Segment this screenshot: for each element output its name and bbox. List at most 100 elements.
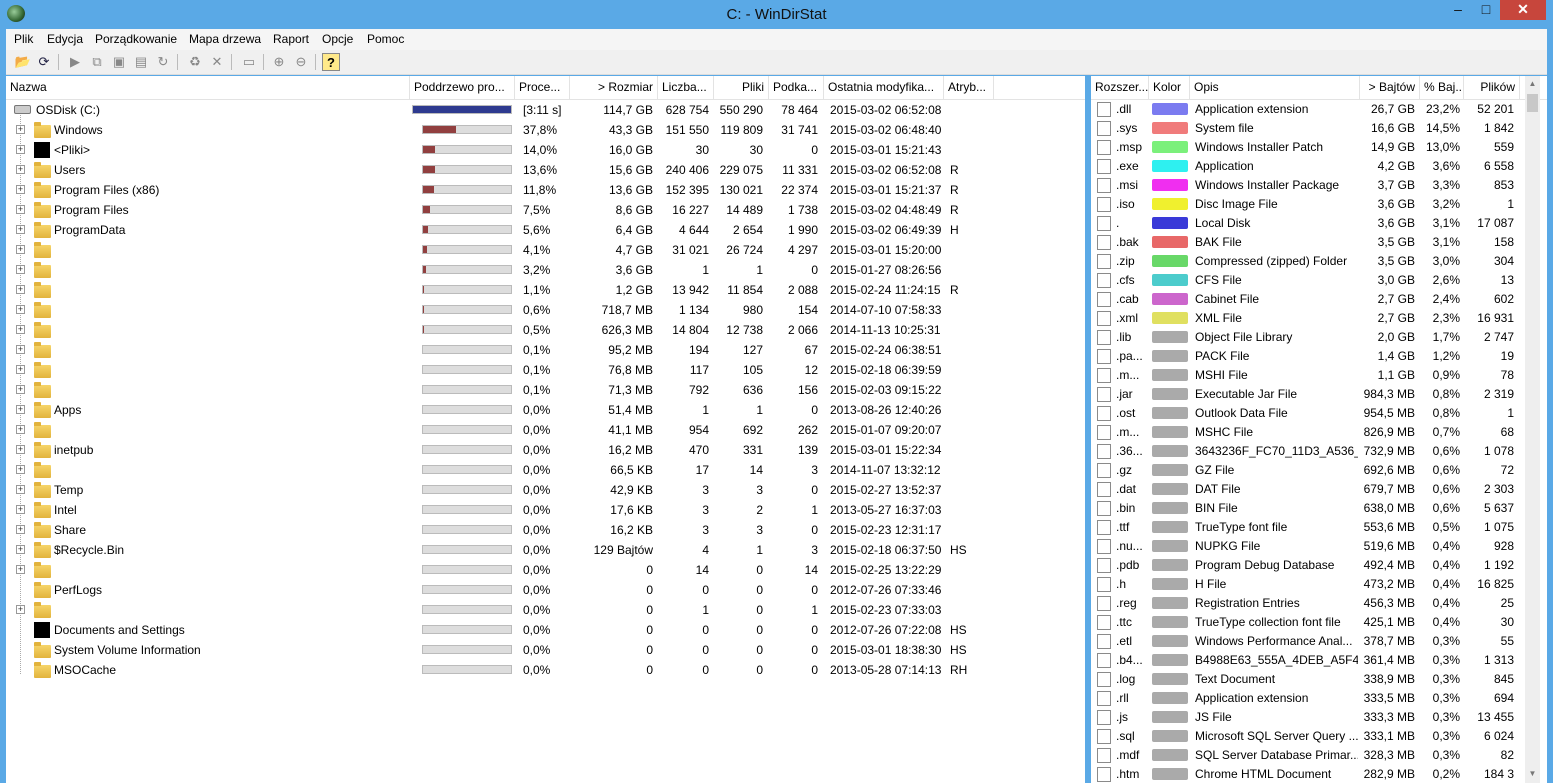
maximize-button[interactable]: □: [1472, 0, 1500, 20]
tree-row[interactable]: +0,0% 41,1 MB 954 692 262 2015-01-07 09:20:07: [6, 420, 1085, 440]
extension-row[interactable]: . Local Disk 3,6 GB 3,1% 17 087: [1091, 214, 1547, 233]
extension-row[interactable]: .exe Application 4,2 GB 3,6% 6 558: [1091, 157, 1547, 176]
tree-row[interactable]: +0,1% 76,8 MB 117 105 12 2015-02-18 06:39:59: [6, 360, 1085, 380]
expand-icon[interactable]: +: [16, 565, 25, 574]
delete-icon[interactable]: ✕: [208, 53, 226, 71]
extension-row[interactable]: .zip Compressed (zipped) Folder 3,5 GB 3,0%…: [1091, 252, 1547, 271]
extension-row[interactable]: .bak BAK File 3,5 GB 3,1% 158: [1091, 233, 1547, 252]
expand-icon[interactable]: +: [16, 605, 25, 614]
extension-row[interactable]: .lib Object File Library 2,0 GB 1,7% 2 747: [1091, 328, 1547, 347]
expand-icon[interactable]: +: [16, 465, 25, 474]
zoom-out-icon[interactable]: ⊖: [292, 53, 310, 71]
extension-row[interactable]: .pa... PACK File 1,4 GB 1,2% 19: [1091, 347, 1547, 366]
col-header-name[interactable]: Nazwa: [6, 76, 410, 99]
col-header-subtree[interactable]: Poddrzewo pro...: [410, 76, 515, 99]
tree-row[interactable]: + Windows 37,8% 43,3 GB 151 550 119 809 31 741…: [6, 120, 1085, 140]
extension-scrollbar[interactable]: ▲ ▼: [1525, 76, 1540, 783]
extension-row[interactable]: .htm Chrome HTML Document 282,9 MB 0,2% 184 …: [1091, 765, 1547, 783]
refresh-selected-icon[interactable]: ↻: [154, 53, 172, 71]
extension-row[interactable]: .msi Windows Installer Package 3,7 GB 3,3% 8…: [1091, 176, 1547, 195]
tree-row[interactable]: + Users 13,6% 15,6 GB 240 406 229 075 11 331 20…: [6, 160, 1085, 180]
extension-row[interactable]: .m... MSHI File 1,1 GB 0,9% 78: [1091, 366, 1547, 385]
copy-icon[interactable]: ⧉: [88, 53, 106, 71]
expand-icon[interactable]: +: [16, 165, 25, 174]
recycle-icon[interactable]: ♻: [186, 53, 204, 71]
tree-row[interactable]: +0,0% 66,5 KB 17 14 3 2014-11-07 13:32:12: [6, 460, 1085, 480]
menu-porzadkowanie[interactable]: Porządkowanie: [95, 32, 177, 46]
tree-row[interactable]: + Apps 0,0% 51,4 MB 1 1 0 2013-08-26 12:40:26: [6, 400, 1085, 420]
tree-row[interactable]: + Intel 0,0% 17,6 KB 3 2 1 2013-05-27 16:37:03: [6, 500, 1085, 520]
col-header-file-count[interactable]: Plików: [1464, 76, 1520, 99]
extension-row[interactable]: .rll Application extension 333,5 MB 0,3% 694: [1091, 689, 1547, 708]
menu-edycja[interactable]: Edycja: [47, 32, 83, 46]
tree-row[interactable]: +0,1% 71,3 MB 792 636 156 2015-02-03 09:15:22: [6, 380, 1085, 400]
expand-icon[interactable]: +: [16, 425, 25, 434]
extension-row[interactable]: .msp Windows Installer Patch 14,9 GB 13,0% 5…: [1091, 138, 1547, 157]
expand-icon[interactable]: +: [16, 445, 25, 454]
tree-row[interactable]: +1,1% 1,2 GB 13 942 11 854 2 088 2015-02-24 1…: [6, 280, 1085, 300]
tree-row[interactable]: +3,2% 3,6 GB 1 1 0 2015-01-27 08:26:56: [6, 260, 1085, 280]
tree-row[interactable]: +0,1% 95,2 MB 194 127 67 2015-02-24 06:38:51: [6, 340, 1085, 360]
expand-icon[interactable]: +: [16, 185, 25, 194]
extension-row[interactable]: .sys System file 16,6 GB 14,5% 1 842: [1091, 119, 1547, 138]
expand-icon[interactable]: +: [16, 265, 25, 274]
expand-icon[interactable]: +: [16, 545, 25, 554]
tree-row[interactable]: + Program Files (x86) 11,8% 13,6 GB 152 395 1…: [6, 180, 1085, 200]
new-folder-icon[interactable]: ▭: [240, 53, 258, 71]
extension-row[interactable]: .log Text Document 338,9 MB 0,3% 845: [1091, 670, 1547, 689]
extension-row[interactable]: .nu... NUPKG File 519,6 MB 0,4% 928: [1091, 537, 1547, 556]
extension-row[interactable]: .ttc TrueType collection font file 425,1 M…: [1091, 613, 1547, 632]
extension-row[interactable]: .js JS File 333,3 MB 0,3% 13 455: [1091, 708, 1547, 727]
extension-row[interactable]: .bin BIN File 638,0 MB 0,6% 5 637: [1091, 499, 1547, 518]
scroll-thumb[interactable]: [1527, 94, 1538, 112]
extension-row[interactable]: .cfs CFS File 3,0 GB 2,6% 13: [1091, 271, 1547, 290]
extension-row[interactable]: .ttf TrueType font file 553,6 MB 0,5% 1 075: [1091, 518, 1547, 537]
col-header-percent[interactable]: Proce...: [515, 76, 570, 99]
expand-icon[interactable]: +: [16, 125, 25, 134]
col-header-description[interactable]: Opis: [1190, 76, 1360, 99]
expand-icon[interactable]: +: [16, 485, 25, 494]
col-header-attributes[interactable]: Atryb...: [944, 76, 994, 99]
expand-icon[interactable]: +: [16, 325, 25, 334]
extension-row[interactable]: .mdf SQL Server Database Primar... 328,3 M…: [1091, 746, 1547, 765]
col-header-subdirs[interactable]: Podka...: [769, 76, 824, 99]
expand-icon[interactable]: +: [16, 505, 25, 514]
refresh-icon[interactable]: ⟳: [35, 53, 53, 71]
extension-row[interactable]: .ost Outlook Data File 954,5 MB 0,8% 1: [1091, 404, 1547, 423]
scroll-down-arrow[interactable]: ▼: [1525, 766, 1540, 781]
zoom-in-icon[interactable]: ⊕: [270, 53, 288, 71]
col-header-files[interactable]: Pliki: [714, 76, 769, 99]
extension-row[interactable]: .sql Microsoft SQL Server Query ... 333,1 …: [1091, 727, 1547, 746]
extension-row[interactable]: .dll Application extension 26,7 GB 23,2% 52 …: [1091, 100, 1547, 119]
tree-row[interactable]: +4,1% 4,7 GB 31 021 26 724 4 297 2015-03-01 1…: [6, 240, 1085, 260]
menu-raport[interactable]: Raport: [273, 32, 309, 46]
tree-row[interactable]: + <Pliki> 14,0% 16,0 GB 30 30 0 2015-03-01 15:2…: [6, 140, 1085, 160]
menu-plik[interactable]: Plik: [14, 32, 33, 46]
extension-row[interactable]: .cab Cabinet File 2,7 GB 2,4% 602: [1091, 290, 1547, 309]
expand-icon[interactable]: +: [16, 525, 25, 534]
expand-icon[interactable]: +: [16, 405, 25, 414]
help-icon[interactable]: ?: [322, 53, 340, 71]
extension-row[interactable]: .dat DAT File 679,7 MB 0,6% 2 303: [1091, 480, 1547, 499]
extension-row[interactable]: .36... 3643236F_FC70_11D3_A536_... 732,9 M…: [1091, 442, 1547, 461]
expand-icon[interactable]: +: [16, 345, 25, 354]
col-header-bytes-percent[interactable]: % Baj...: [1420, 76, 1464, 99]
tree-row[interactable]: + Share 0,0% 16,2 KB 3 3 0 2015-02-23 12:31:17: [6, 520, 1085, 540]
tree-row[interactable]: MSOCache 0,0% 0 0 0 0 2013-05-28 07:14:13 RH: [6, 660, 1085, 680]
open-folder-icon[interactable]: 📂: [14, 53, 32, 71]
expand-icon[interactable]: +: [16, 205, 25, 214]
expand-icon[interactable]: +: [16, 365, 25, 374]
tree-row[interactable]: +0,5% 626,3 MB 14 804 12 738 2 066 2014-11-13…: [6, 320, 1085, 340]
col-header-modified[interactable]: Ostatnia modyfika...: [824, 76, 944, 99]
tree-row[interactable]: OSDisk (C:) [3:11 s] 114,7 GB 628 754 550 29…: [6, 100, 1085, 120]
col-header-items[interactable]: Liczba...: [658, 76, 714, 99]
col-header-color[interactable]: Kolor: [1149, 76, 1190, 99]
tree-row[interactable]: +0,6% 718,7 MB 1 134 980 154 2014-07-10 07:58…: [6, 300, 1085, 320]
tree-row[interactable]: + inetpub 0,0% 16,2 MB 470 331 139 2015-03-01 1…: [6, 440, 1085, 460]
cmd-icon[interactable]: ▤: [132, 53, 150, 71]
extension-row[interactable]: .h H File 473,2 MB 0,4% 16 825: [1091, 575, 1547, 594]
extension-row[interactable]: .xml XML File 2,7 GB 2,3% 16 931: [1091, 309, 1547, 328]
tree-row[interactable]: PerfLogs 0,0% 0 0 0 0 2012-07-26 07:33:46: [6, 580, 1085, 600]
close-button[interactable]: ✕: [1500, 0, 1546, 20]
expand-icon[interactable]: +: [16, 305, 25, 314]
